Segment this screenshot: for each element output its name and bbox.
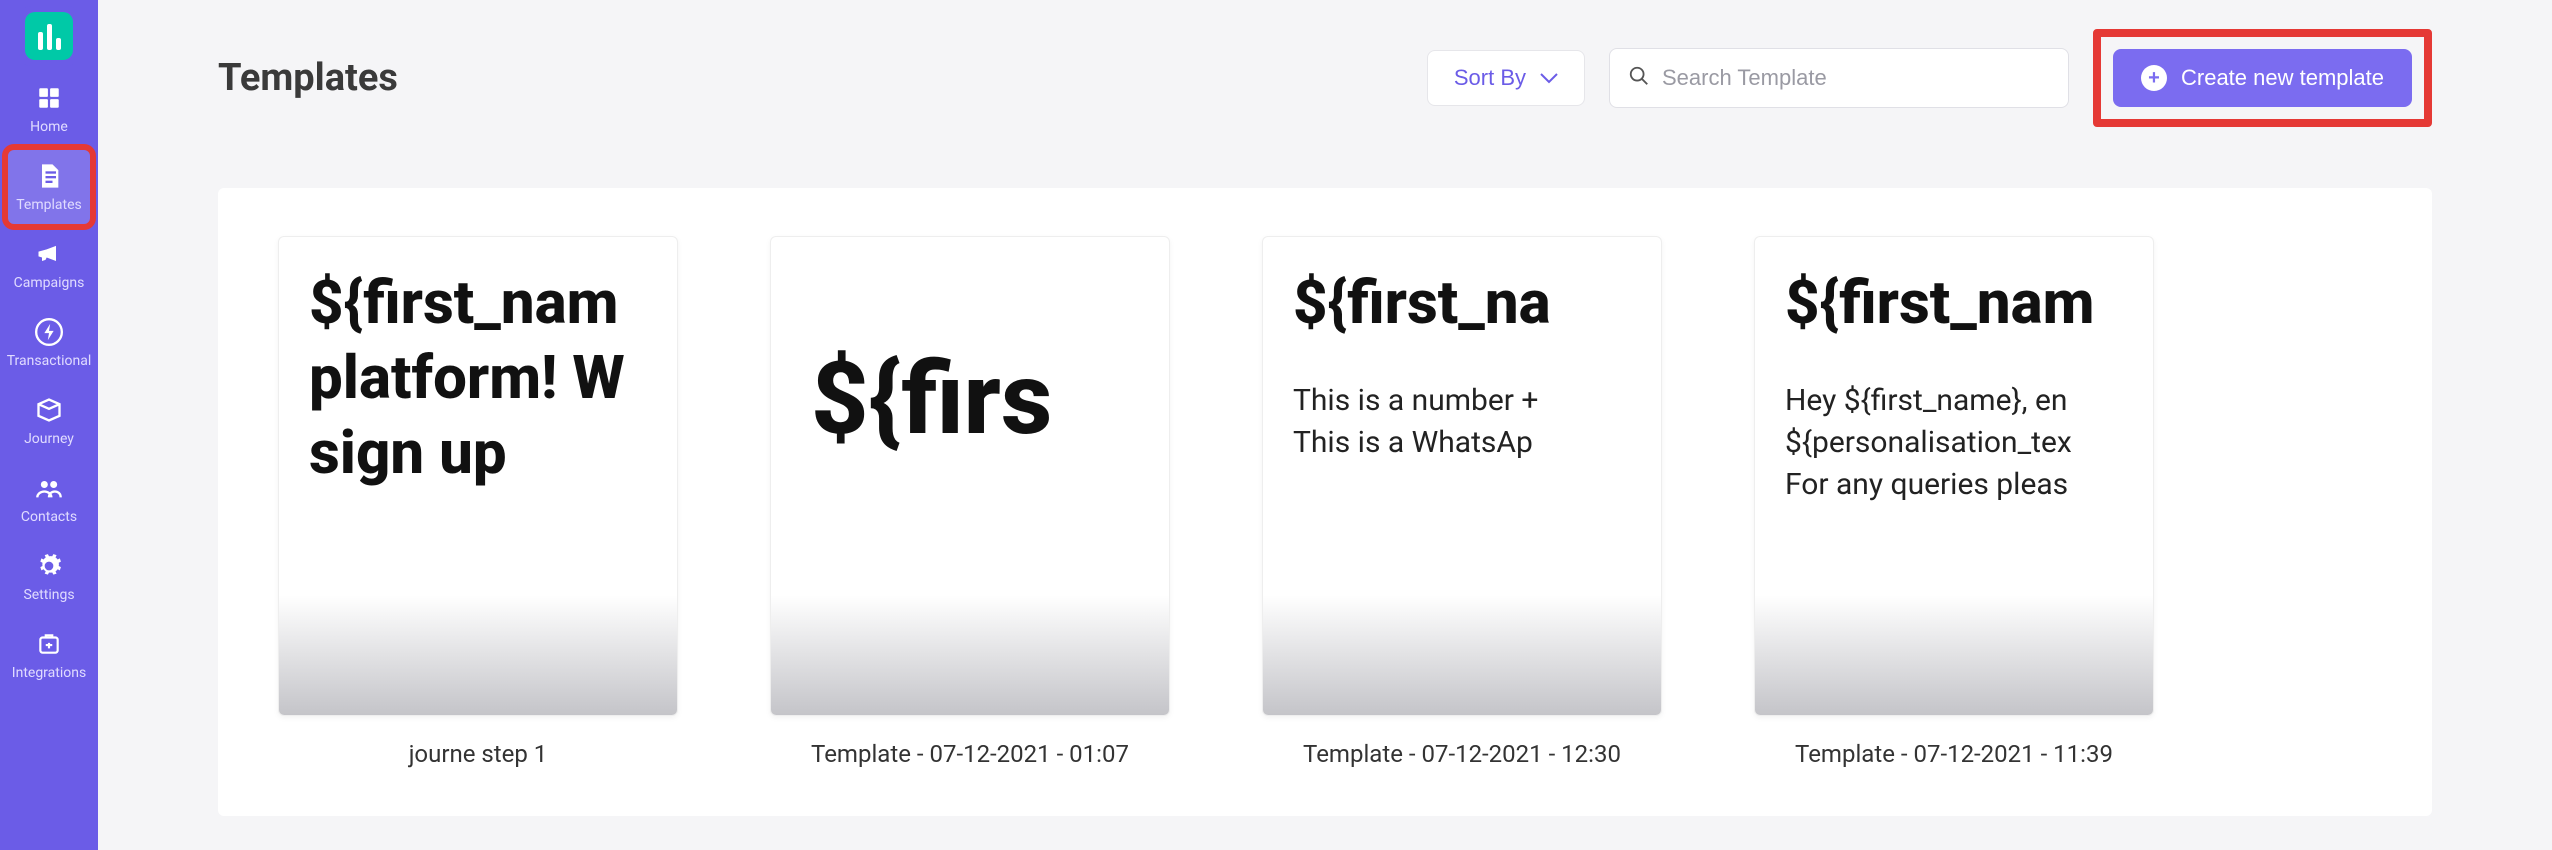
sidebar-item-label: Home [30, 119, 68, 135]
plus-icon: + [2141, 65, 2167, 91]
sort-by-button[interactable]: Sort By [1427, 50, 1585, 106]
content-panel: ${first_nam platform! W sign up journe s… [218, 188, 2432, 816]
template-card: ${first_na This is a number + This is a … [1262, 236, 1662, 768]
create-new-template-button[interactable]: + Create new template [2113, 49, 2412, 107]
template-grid: ${first_nam platform! W sign up journe s… [278, 236, 2372, 768]
sidebar-item-campaigns[interactable]: Campaigns [6, 226, 92, 304]
create-button-highlight: + Create new template [2093, 29, 2432, 127]
template-card: ${first_nam Hey ${first_name}, en ${pers… [1754, 236, 2154, 768]
template-preview-line: ${first_na [1293, 265, 1662, 340]
journey-icon [34, 395, 64, 425]
search-wrap [1609, 48, 2069, 108]
sidebar-item-settings[interactable]: Settings [6, 538, 92, 616]
megaphone-icon [34, 239, 64, 269]
template-card: ${first_nam platform! W sign up journe s… [278, 236, 678, 768]
template-preview-body-line: Hey ${first_name}, en [1785, 380, 2154, 422]
templates-icon [34, 161, 64, 191]
search-icon [1628, 65, 1650, 91]
header-controls: Sort By + Create new template [1427, 29, 2432, 127]
sidebar-item-label: Contacts [21, 509, 77, 525]
template-name: Template - 07-12-2021 - 01:07 [811, 740, 1129, 768]
sidebar-item-label: Integrations [12, 665, 86, 681]
sidebar-item-label: Settings [23, 587, 74, 603]
template-preview-line: ${first_nam [309, 265, 669, 340]
sidebar-item-label: Journey [24, 431, 74, 447]
template-preview-line: sign up [309, 415, 669, 490]
template-preview-line: ${first_nam [1785, 265, 2154, 340]
template-preview-body-line: This is a number + [1293, 380, 1662, 422]
sidebar-item-integrations[interactable]: Integrations [6, 616, 92, 694]
template-preview-body-line: This is a WhatsAp [1293, 422, 1662, 464]
sidebar-item-transactional[interactable]: Transactional [6, 304, 92, 382]
template-card: ${firs Template - 07-12-2021 - 01:07 [770, 236, 1170, 768]
template-thumbnail[interactable]: ${firs [770, 236, 1170, 716]
create-button-label: Create new template [2181, 65, 2384, 91]
integrations-icon [34, 629, 64, 659]
sidebar-item-contacts[interactable]: Contacts [6, 460, 92, 538]
template-thumbnail[interactable]: ${first_na This is a number + This is a … [1262, 236, 1662, 716]
sidebar-item-label: Transactional [7, 353, 92, 369]
sort-by-label: Sort By [1454, 65, 1526, 91]
contacts-icon [34, 473, 64, 503]
logo-icon [25, 12, 73, 60]
template-preview-line: platform! W [309, 340, 669, 415]
template-name: journe step 1 [409, 740, 548, 768]
home-icon [34, 83, 64, 113]
sidebar-item-templates[interactable]: Templates [6, 148, 92, 226]
template-preview-body-line: For any queries pleas [1785, 464, 2154, 506]
main: Templates Sort By + Create new template [98, 0, 2552, 850]
page-title: Templates [218, 56, 398, 100]
template-preview-body-line: ${personalisation_tex [1785, 422, 2154, 464]
template-thumbnail[interactable]: ${first_nam platform! W sign up [278, 236, 678, 716]
template-name: Template - 07-12-2021 - 11:39 [1795, 740, 2113, 768]
logo [19, 6, 79, 66]
template-thumbnail[interactable]: ${first_nam Hey ${first_name}, en ${pers… [1754, 236, 2154, 716]
sidebar-item-label: Templates [16, 197, 82, 213]
gear-icon [34, 551, 64, 581]
header-row: Templates Sort By + Create new template [218, 38, 2432, 118]
template-name: Template - 07-12-2021 - 12:30 [1303, 740, 1621, 768]
sidebar-item-journey[interactable]: Journey [6, 382, 92, 460]
template-preview-line: ${firs [811, 337, 1170, 462]
sidebar-item-label: Campaigns [14, 275, 85, 291]
search-input[interactable] [1662, 65, 2050, 91]
bolt-icon [34, 317, 64, 347]
sidebar-item-home[interactable]: Home [6, 70, 92, 148]
chevron-down-icon [1540, 65, 1558, 91]
sidebar: Home Templates Campaigns Transactional J… [0, 0, 98, 850]
